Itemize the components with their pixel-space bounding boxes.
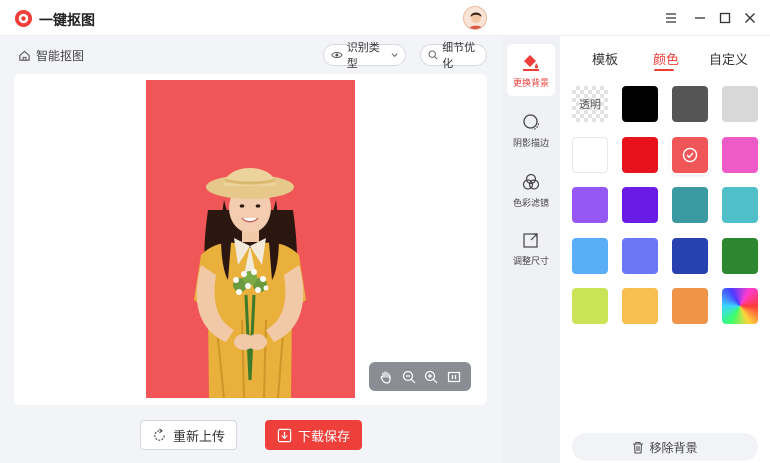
paint-bucket-icon [523, 54, 539, 71]
swatch-color[interactable] [572, 137, 608, 173]
tab-color[interactable]: 颜色 [653, 49, 679, 68]
trash-icon [633, 441, 644, 454]
resize-icon [523, 232, 538, 248]
reupload-button[interactable]: 重新上传 [140, 420, 237, 450]
swatch-transparent[interactable]: 透明 [572, 86, 608, 122]
shadow-icon [523, 113, 540, 130]
swatch-color[interactable] [572, 288, 608, 324]
app-logo-icon [14, 9, 33, 28]
swatch-color[interactable] [672, 288, 708, 324]
swatch-transparent-label: 透明 [579, 99, 601, 111]
tool-label: 阴影描边 [512, 137, 549, 148]
title-bar: 一键抠图 [0, 0, 770, 36]
tool-label: 调整尺寸 [512, 255, 549, 266]
swatch-color[interactable] [672, 86, 708, 122]
close-icon[interactable] [740, 8, 760, 28]
swatch-color[interactable] [722, 238, 758, 274]
detail-optimize-label: 细节优化 [442, 42, 476, 70]
fit-screen-icon[interactable] [445, 368, 463, 386]
tool-change-background[interactable]: 更换背景 [507, 44, 555, 96]
chevron-down-icon [391, 53, 398, 58]
color-filter-icon [522, 173, 540, 190]
download-save-button[interactable]: 下载保存 [265, 420, 362, 450]
active-tab-indicator [654, 69, 674, 71]
swatch-color[interactable] [722, 187, 758, 223]
maximize-icon[interactable] [715, 8, 735, 28]
swatch-color[interactable] [722, 137, 758, 173]
minimize-icon[interactable] [690, 8, 710, 28]
tab-custom[interactable]: 自定义 [709, 49, 748, 68]
check-circle-icon [682, 147, 698, 163]
detail-optimize-button[interactable]: 细节优化 [420, 42, 487, 70]
image-preview[interactable] [146, 80, 355, 399]
tab-template[interactable]: 模板 [592, 49, 618, 68]
magnifier-icon [428, 50, 438, 60]
user-avatar[interactable] [463, 6, 487, 30]
swatch-color[interactable] [572, 238, 608, 274]
app-title: 一键抠图 [39, 12, 95, 28]
remove-background-label: 移除背景 [649, 440, 698, 455]
tool-resize[interactable]: 调整尺寸 [507, 222, 555, 274]
download-icon [277, 428, 292, 442]
swatch-color[interactable] [622, 187, 658, 223]
swatch-color[interactable] [622, 238, 658, 274]
zoom-in-icon[interactable] [422, 368, 440, 386]
swatch-color[interactable] [722, 86, 758, 122]
tool-color-filter[interactable]: 色彩滤镜 [507, 164, 555, 216]
swatch-color[interactable] [622, 288, 658, 324]
remove-background-button[interactable]: 移除背景 [572, 433, 758, 461]
menu-icon[interactable] [661, 8, 681, 28]
swatch-color[interactable] [672, 238, 708, 274]
refresh-icon [154, 427, 165, 441]
tool-sidebar: 更换背景 阴影描边 色彩滤镜 调整尺寸 [502, 36, 560, 463]
recognize-type-dropdown[interactable]: 识别类型 [323, 42, 406, 70]
hand-pan-icon[interactable] [377, 368, 395, 386]
swatch-color[interactable] [622, 137, 658, 173]
recognize-type-label: 识别类型 [346, 42, 380, 70]
tool-label: 更换背景 [512, 77, 549, 88]
eye-icon [331, 52, 343, 58]
zoom-toolbar [369, 362, 471, 391]
swatch-custom-rainbow[interactable] [722, 288, 758, 324]
zoom-out-icon[interactable] [400, 368, 418, 386]
tool-label: 色彩滤镜 [512, 197, 549, 208]
tool-shadow-stroke[interactable]: 阴影描边 [507, 104, 555, 156]
swatch-color-selected[interactable] [670, 135, 710, 175]
swatch-color[interactable] [622, 86, 658, 122]
breadcrumb[interactable]: 智能抠图 [18, 46, 84, 64]
swatch-color[interactable] [672, 187, 708, 223]
reupload-label: 重新上传 [172, 428, 225, 444]
swatch-color[interactable] [572, 187, 608, 223]
breadcrumb-label: 智能抠图 [36, 48, 85, 63]
download-save-label: 下载保存 [297, 428, 350, 444]
home-icon [19, 50, 30, 61]
